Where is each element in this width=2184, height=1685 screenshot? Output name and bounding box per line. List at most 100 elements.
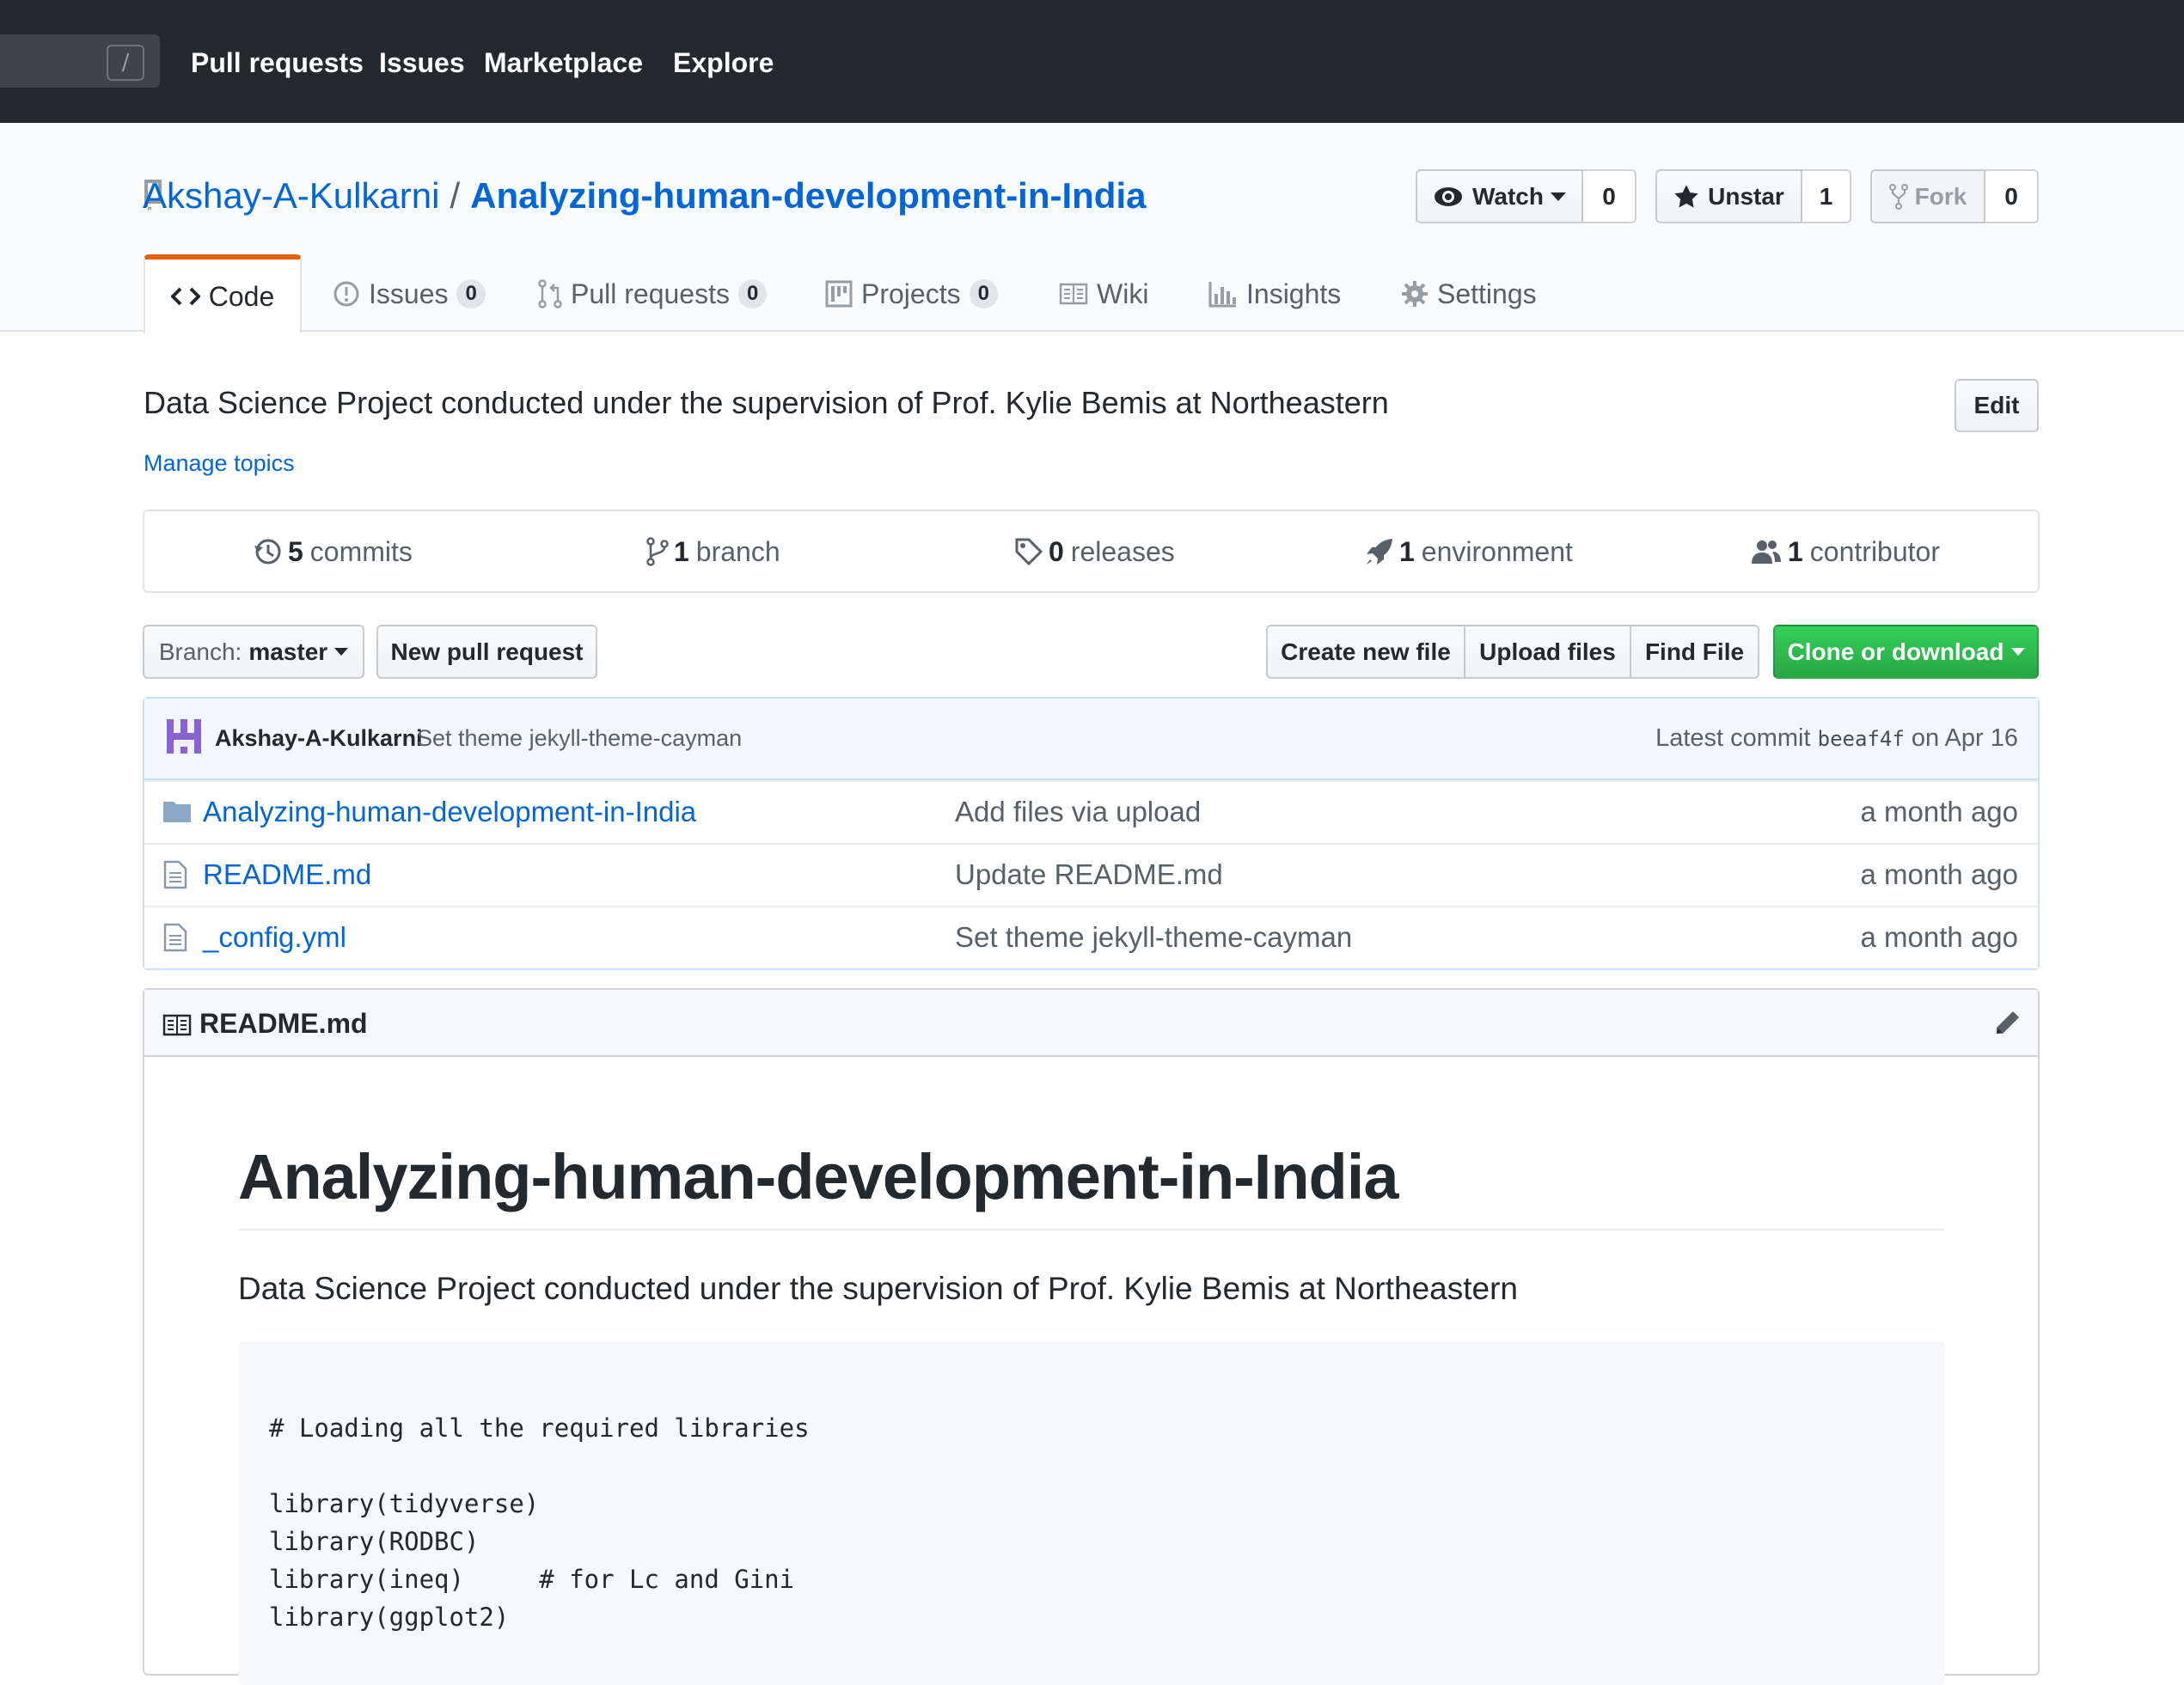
tab-insights-label: Insights (1246, 278, 1342, 309)
commits-label: commits (309, 535, 413, 567)
eye-icon (1433, 186, 1464, 208)
file-name-link[interactable]: README.md (203, 856, 371, 894)
tab-pull-requests[interactable]: Pull requests 0 (538, 256, 768, 332)
tab-insights[interactable]: Insights (1208, 256, 1341, 332)
file-icon (163, 860, 187, 889)
branches-link[interactable]: 1 branch (646, 530, 780, 573)
code-line: library(ineq) # for Lc and Gini (269, 1565, 795, 1594)
readme-header (144, 990, 2038, 1057)
fork-button[interactable]: Fork (1870, 169, 1985, 223)
file-commit-message[interactable]: Add files via upload (955, 793, 1201, 831)
environments-label: environment (1421, 535, 1573, 567)
pull-requests-counter: 0 (737, 279, 768, 308)
readme-heading: Analyzing-human-development-in-India (238, 1141, 1398, 1212)
code-line: library(ggplot2) (269, 1603, 510, 1632)
book-icon (1059, 282, 1088, 306)
book-icon (162, 1013, 192, 1037)
commit-message-link[interactable]: Set theme jekyll-theme-cayman (417, 718, 742, 758)
caret-down-icon (2010, 648, 2025, 656)
latest-commit-prefix: Latest commit (1655, 724, 1811, 752)
repo-name-link[interactable]: Analyzing-human-development-in-India (470, 170, 1146, 222)
tab-pull-requests-label: Pull requests (571, 278, 730, 309)
code-line: library(RODBC) (269, 1527, 480, 1556)
file-commit-message[interactable]: Update README.md (955, 856, 1223, 894)
file-name-link[interactable]: _config.yml (203, 919, 346, 956)
repo-owner-link[interactable]: Akshay-A-Kulkarni (143, 170, 439, 222)
environments-count: 1 (1399, 535, 1415, 567)
code-line: # Loading all the required libraries (269, 1413, 810, 1443)
releases-label: releases (1070, 535, 1175, 567)
tab-settings-label: Settings (1437, 278, 1537, 309)
manage-topics-link[interactable]: Manage topics (144, 447, 295, 479)
tab-wiki-label: Wiki (1097, 278, 1149, 309)
pull-request-icon (538, 279, 562, 308)
contributors-link[interactable]: 1 contributor (1750, 530, 1940, 573)
upload-files-button[interactable]: Upload files (1464, 625, 1631, 679)
clone-or-download-button[interactable]: Clone or download (1773, 625, 2039, 679)
issue-icon (333, 280, 360, 308)
latest-commit-date: on Apr 16 (1911, 724, 2018, 752)
edit-description-button[interactable]: Edit (1955, 379, 2039, 432)
people-icon (1750, 538, 1783, 565)
tab-code[interactable]: Code (144, 254, 302, 333)
tab-wiki[interactable]: Wiki (1059, 256, 1148, 332)
star-count[interactable]: 1 (1802, 169, 1851, 223)
repo-title: Akshay-A-Kulkarni / Analyzing-human-deve… (143, 170, 1147, 222)
file-name-link[interactable]: Analyzing-human-development-in-India (203, 793, 696, 831)
unstar-label: Unstar (1708, 182, 1784, 210)
code-line: library(tidyverse) (269, 1489, 540, 1518)
avatar[interactable] (167, 719, 201, 754)
issues-counter: 0 (456, 279, 486, 308)
create-new-file-button[interactable]: Create new file (1266, 625, 1465, 679)
tab-issues-label: Issues (369, 278, 449, 309)
watch-count[interactable]: 0 (1583, 169, 1636, 223)
tab-projects-label: Projects (861, 278, 961, 309)
code-icon (170, 285, 200, 308)
tag-icon (1014, 537, 1043, 566)
environments-link[interactable]: 1 environment (1365, 530, 1573, 573)
repo-description: Data Science Project conducted under the… (144, 385, 1389, 420)
readme-paragraph: Data Science Project conducted under the… (238, 1271, 1518, 1306)
commits-count: 5 (288, 535, 303, 567)
repo-title-separator: / (450, 175, 461, 216)
file-actions-group: Create new file Upload files Find File (1266, 625, 1759, 679)
file-commit-message[interactable]: Set theme jekyll-theme-cayman (955, 919, 1352, 956)
unstar-button[interactable]: Unstar (1655, 169, 1802, 223)
gear-icon (1401, 280, 1428, 308)
new-pull-request-button[interactable]: New pull request (376, 625, 597, 679)
pencil-icon[interactable] (1992, 1009, 2022, 1038)
search-shortcut-key: / (107, 45, 144, 81)
commit-author-link[interactable]: Akshay-A-Kulkarni (215, 718, 423, 758)
history-icon (254, 537, 283, 566)
rocket-icon (1365, 537, 1394, 566)
commits-link[interactable]: 5 commits (254, 530, 413, 573)
find-file-button[interactable]: Find File (1630, 625, 1759, 679)
watch-label: Watch (1472, 182, 1544, 210)
latest-commit-info: Latest commit beeaf4f on Apr 16 (1655, 718, 2018, 759)
branch-prefix: Branch: (158, 638, 242, 665)
file-age: a month ago (1860, 858, 2018, 890)
tab-issues[interactable]: Issues 0 (333, 256, 486, 332)
branches-count: 1 (674, 535, 689, 567)
project-icon (825, 280, 853, 308)
graph-icon (1208, 280, 1238, 308)
commit-sha-link[interactable]: beeaf4f (1818, 727, 1905, 751)
nav-pull-requests[interactable]: Pull requests (191, 43, 364, 82)
nav-explore[interactable]: Explore (673, 43, 774, 82)
contributors-count: 1 (1788, 535, 1803, 567)
nav-marketplace[interactable]: Marketplace (484, 43, 643, 82)
tab-projects[interactable]: Projects 0 (825, 256, 998, 332)
file-icon (163, 923, 187, 952)
branch-icon (646, 537, 669, 566)
file-age: a month ago (1860, 921, 2018, 953)
watch-button[interactable]: Watch (1416, 169, 1583, 223)
tab-settings[interactable]: Settings (1401, 256, 1537, 332)
caret-down-icon (1550, 192, 1566, 201)
releases-link[interactable]: 0 releases (1014, 530, 1175, 573)
nav-issues[interactable]: Issues (379, 43, 465, 82)
branch-name: master (248, 638, 328, 665)
branch-select-button[interactable]: Branch: master (143, 625, 364, 679)
star-icon (1673, 184, 1699, 210)
fork-count[interactable]: 0 (1985, 169, 2039, 223)
branches-label: branch (695, 535, 780, 567)
